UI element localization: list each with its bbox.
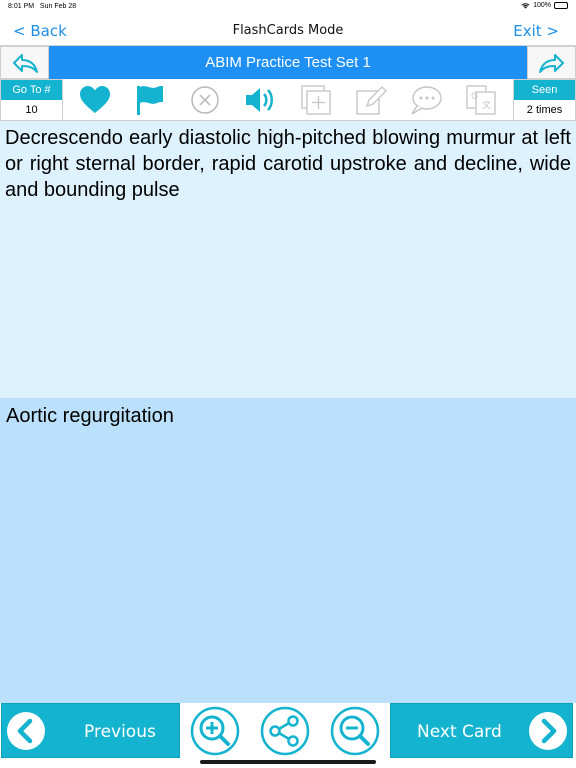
speak-button[interactable] [243, 83, 277, 117]
question-text: Decrescendo early diastolic high-pitched… [5, 127, 571, 201]
seen-cell: Seen 2 times [513, 79, 576, 121]
bottom-tools [180, 703, 390, 758]
goto-value[interactable]: 10 [1, 100, 62, 120]
previous-button[interactable]: Previous [1, 703, 180, 758]
nav-title: FlashCards Mode [232, 23, 344, 38]
heart-icon [79, 86, 110, 113]
previous-label: Previous [84, 722, 156, 742]
exit-button[interactable]: Exit > [513, 22, 559, 40]
seen-count: 2 times [526, 104, 563, 116]
home-indicator [200, 760, 376, 764]
title-row: ABIM Practice Test Set 1 [0, 46, 576, 79]
chevron-left-icon [17, 718, 33, 744]
flag-icon [136, 86, 163, 115]
status-bar: 8:01 PM Sun Feb 28 100% [0, 0, 576, 14]
status-indicators: 100% [521, 2, 568, 9]
reply-arrow-right-icon [538, 53, 564, 73]
battery-percent: 100% [533, 2, 551, 9]
previous-circle [7, 712, 45, 750]
next-card-label: Next Card [417, 722, 502, 742]
next-set-button[interactable] [527, 46, 576, 79]
answer-panel[interactable]: Aortic regurgitation [0, 398, 576, 703]
flag-button[interactable] [133, 83, 167, 117]
zoom-in-icon [190, 706, 240, 755]
edit-button[interactable] [354, 83, 388, 117]
seen-label: Seen [514, 80, 575, 100]
translate-button[interactable]: G 文 [464, 83, 498, 117]
svg-text:G: G [471, 92, 478, 102]
answer-text: Aortic regurgitation [6, 405, 174, 427]
status-date: Sun Feb 28 [39, 3, 77, 10]
battery-icon [554, 2, 568, 9]
zoom-out-icon [330, 706, 380, 755]
share-button[interactable] [259, 705, 311, 757]
comment-icon [411, 86, 442, 115]
edit-icon [356, 86, 387, 115]
next-circle [529, 712, 567, 750]
zoom-in-button[interactable] [189, 705, 241, 757]
status-time-date: 8:01 PM Sun Feb 28 [8, 3, 76, 10]
add-card-button[interactable] [299, 83, 333, 117]
share-icon [260, 706, 310, 755]
goto-cell[interactable]: Go To # 10 [0, 79, 63, 121]
question-panel[interactable]: Decrescendo early diastolic high-pitched… [0, 121, 576, 398]
chevron-right-icon [541, 718, 557, 744]
reply-arrow-left-icon [12, 53, 38, 73]
translate-icon: G 文 [466, 85, 497, 115]
speaker-icon [246, 88, 274, 112]
previous-set-button[interactable] [0, 46, 49, 79]
navigation-bar: < Back FlashCards Mode Exit > [0, 14, 576, 46]
next-card-button[interactable]: Next Card [390, 703, 573, 758]
tool-icons: G 文 [63, 79, 513, 121]
status-time: 8:01 PM [8, 3, 35, 10]
goto-button[interactable]: Go To # [1, 80, 62, 100]
set-title-banner: ABIM Practice Test Set 1 [49, 46, 527, 79]
svg-text:文: 文 [482, 99, 491, 111]
close-circle-icon [191, 86, 219, 114]
bottom-bar: Previous Next Card [0, 703, 576, 760]
zoom-out-button[interactable] [329, 705, 381, 757]
remove-button[interactable] [188, 83, 222, 117]
add-card-icon [300, 85, 331, 115]
card-toolbar: Go To # 10 G 文 Seen 2 times [0, 79, 576, 121]
set-title: ABIM Practice Test Set 1 [205, 54, 371, 71]
comment-button[interactable] [409, 83, 443, 117]
wifi-icon [521, 3, 530, 9]
favorite-button[interactable] [78, 83, 112, 117]
